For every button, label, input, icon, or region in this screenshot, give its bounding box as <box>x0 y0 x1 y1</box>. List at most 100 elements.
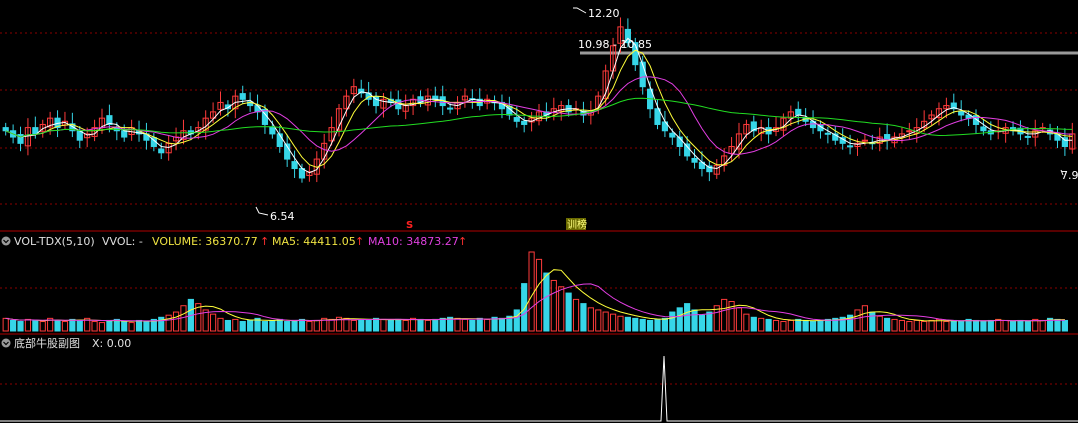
volume-bar <box>543 272 550 332</box>
volume-bar <box>372 317 380 332</box>
volume-bar <box>172 311 180 332</box>
volume-bar <box>676 307 683 332</box>
volume-bar <box>958 321 965 332</box>
volume-bar <box>469 319 476 332</box>
volume-bar <box>817 319 824 332</box>
volume-bar <box>587 307 594 332</box>
volume-bar <box>1002 319 1009 332</box>
volume-bar <box>135 319 143 332</box>
high-marker: 12.20 <box>573 7 620 20</box>
volume-bar <box>165 314 172 332</box>
volume-bar <box>232 318 239 332</box>
volume-bar <box>306 321 313 332</box>
volume-bar <box>624 316 631 332</box>
volume-bar <box>498 317 506 332</box>
volume-bar <box>69 318 76 332</box>
stock-chart: 12.20 10.98 - 10.85 6.54 7.9 S 训榜 VOL-TD… <box>0 7 1078 422</box>
volume-bar <box>632 317 639 332</box>
marker-tag[interactable]: 训榜 <box>567 218 587 231</box>
volume-bar <box>158 316 165 332</box>
volume-bar <box>1024 321 1031 332</box>
volume-bar <box>1054 318 1061 332</box>
volume-bar <box>432 318 439 332</box>
volume-bar <box>980 321 987 332</box>
volume-bar <box>558 286 565 332</box>
candle-body <box>269 126 276 135</box>
last-close-label: 7.9 <box>1061 169 1078 182</box>
volume-bar <box>972 319 980 332</box>
sub-indicator-title[interactable]: 底部牛股副图 <box>14 336 80 350</box>
volume-bar <box>876 315 883 332</box>
volume-bar <box>750 316 757 332</box>
volume-arrow: ↑ <box>260 235 269 248</box>
volume-bar <box>684 303 691 332</box>
volume-bar <box>365 319 372 332</box>
volume-bar <box>1061 319 1068 332</box>
volume-bar <box>1017 319 1024 332</box>
volume-bar <box>328 318 335 332</box>
volume-bar <box>765 318 772 332</box>
volume-bar <box>417 318 424 332</box>
volume-bar <box>758 317 765 332</box>
volume-bar <box>884 317 891 332</box>
volume-bar <box>17 321 24 332</box>
volume-bar <box>24 318 32 332</box>
volume-bar <box>928 319 935 332</box>
volume-bar <box>809 321 817 332</box>
volume-bar <box>32 319 39 332</box>
volume-bar <box>743 313 750 332</box>
volume-bar <box>787 319 794 332</box>
volume-bar <box>987 319 994 332</box>
candle-body <box>513 117 520 122</box>
volume-bar <box>409 317 417 332</box>
low-marker: 6.54 <box>255 206 295 223</box>
volume-bar <box>869 311 876 332</box>
collapse-icon[interactable] <box>1 338 11 348</box>
volume-bar <box>669 311 676 332</box>
last-close-marker: 7.9 <box>1060 169 1078 182</box>
volume-bar <box>647 319 654 332</box>
candle-body <box>824 132 831 135</box>
volume-bar <box>617 315 624 332</box>
volume-bar <box>217 317 224 332</box>
volume-bar <box>76 319 83 332</box>
volume-bar <box>824 318 831 332</box>
volume-bar <box>2 317 9 332</box>
ma5-arrow: ↑ <box>355 235 364 248</box>
volume-bar <box>706 311 713 332</box>
candle-body <box>669 132 676 138</box>
ma10-arrow: ↑ <box>458 235 467 248</box>
sub-indicator-x: X: 0.00 <box>92 337 131 350</box>
candle-body <box>158 148 165 154</box>
candle-body <box>121 130 128 138</box>
volume-bar <box>661 317 669 332</box>
volume-bar <box>484 318 491 332</box>
volume-bar <box>580 303 587 332</box>
sub-signal-line <box>0 355 1078 422</box>
volume-bar <box>402 319 409 332</box>
volume-bar <box>572 298 580 332</box>
volume-bar <box>113 318 120 332</box>
volume-bar <box>1009 321 1017 332</box>
candle-body <box>980 126 987 132</box>
volume-bar <box>854 309 861 332</box>
volume-bar <box>98 322 106 332</box>
volume-bar <box>913 319 920 332</box>
volume-bar <box>39 321 46 332</box>
collapse-icon[interactable] <box>1 236 11 246</box>
volume-bar <box>10 319 17 332</box>
low-label: 6.54 <box>270 210 295 223</box>
volume-header: VOL-TDX(5,10) VVOL: - VOLUME: 36370.77 ↑… <box>1 235 467 248</box>
volume-bar <box>609 313 617 332</box>
marker-s[interactable]: S <box>406 220 413 231</box>
volume-bar <box>143 321 150 332</box>
volume-bar <box>224 319 232 332</box>
volume-bar <box>476 317 483 332</box>
indicator-name[interactable]: VOL-TDX(5,10) <box>14 235 95 248</box>
range-label: 10.98 - 10.85 <box>578 38 652 51</box>
candle-body <box>906 130 913 133</box>
volume-bar <box>565 292 572 332</box>
volume-bar <box>91 321 98 332</box>
volume-value: VOLUME: 36370.77 <box>152 235 258 248</box>
volume-bar <box>461 318 469 332</box>
